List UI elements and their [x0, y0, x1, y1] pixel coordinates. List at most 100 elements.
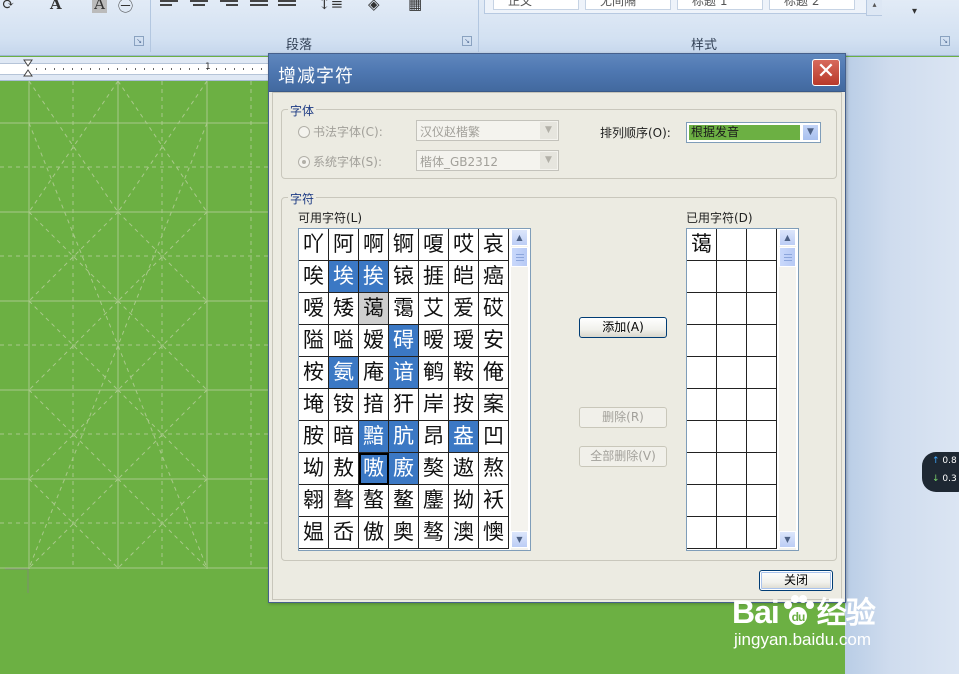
remove-button[interactable]: 删除(R) — [579, 407, 667, 428]
horizontal-ruler[interactable]: 1 — [0, 57, 270, 81]
char-cell[interactable]: 锿 — [389, 261, 419, 293]
char-cell[interactable]: 隘 — [299, 325, 329, 357]
used-char-cell[interactable] — [687, 389, 717, 421]
radio-icon[interactable] — [298, 156, 310, 168]
chevron-down-icon[interactable]: ▼ — [802, 124, 819, 141]
char-cell[interactable]: 鏖 — [419, 485, 449, 517]
char-cell[interactable]: 锕 — [389, 229, 419, 261]
char-cell[interactable]: 螯 — [359, 485, 389, 517]
line-spacing-icon[interactable]: ↕≡ — [318, 0, 343, 13]
char-shading-icon[interactable]: A — [92, 0, 107, 13]
system-font-select[interactable]: 楷体_GB2312 ▼ — [416, 150, 559, 171]
char-cell[interactable]: 案 — [479, 389, 509, 421]
char-cell[interactable]: 媪 — [299, 517, 329, 549]
char-cell[interactable]: 哀 — [479, 229, 509, 261]
char-cell[interactable]: 傲 — [359, 517, 389, 549]
styles-dialog-launcher-icon[interactable]: ↘ — [940, 36, 950, 46]
char-cell[interactable]: 獒 — [419, 453, 449, 485]
paragraph-dialog-launcher-icon[interactable]: ↘ — [462, 36, 472, 46]
char-cell[interactable]: 翱 — [299, 485, 329, 517]
used-char-cell[interactable]: 蔼 — [687, 229, 717, 261]
char-cell[interactable]: 盎 — [449, 421, 479, 453]
used-char-cell[interactable] — [717, 325, 747, 357]
used-char-cell[interactable] — [747, 229, 777, 261]
char-cell[interactable]: 嗌 — [329, 325, 359, 357]
char-cell[interactable]: 矮 — [329, 293, 359, 325]
char-cell[interactable]: 霭 — [389, 293, 419, 325]
char-cell[interactable]: 澳 — [449, 517, 479, 549]
calligraphy-font-select[interactable]: 汉仪赵楷繁 ▼ — [416, 120, 559, 141]
used-char-cell[interactable] — [687, 485, 717, 517]
char-cell[interactable]: 遨 — [449, 453, 479, 485]
used-char-cell[interactable] — [747, 453, 777, 485]
used-char-cell[interactable] — [717, 261, 747, 293]
chevron-down-icon[interactable]: ▾ — [912, 6, 917, 17]
used-char-cell[interactable] — [717, 517, 747, 549]
add-button[interactable]: 添加(A) — [579, 317, 667, 338]
used-scrollbar[interactable]: ▲ ▼ — [779, 229, 796, 550]
char-cell[interactable]: 肮 — [389, 421, 419, 453]
char-cell[interactable]: 捱 — [419, 261, 449, 293]
sort-order-select[interactable]: 根据发音 ▼ — [686, 122, 821, 143]
char-cell[interactable]: 阿 — [329, 229, 359, 261]
char-cell[interactable]: 埃 — [329, 261, 359, 293]
char-cell[interactable]: 廒 — [389, 453, 419, 485]
used-char-cell[interactable] — [747, 421, 777, 453]
used-char-cell[interactable] — [717, 293, 747, 325]
char-cell[interactable]: 敖 — [329, 453, 359, 485]
char-cell[interactable]: 奥 — [389, 517, 419, 549]
scroll-thumb[interactable] — [779, 247, 796, 267]
char-cell[interactable]: 骜 — [419, 517, 449, 549]
used-char-cell[interactable] — [717, 357, 747, 389]
char-cell[interactable]: 凹 — [479, 421, 509, 453]
char-cell[interactable]: 岸 — [419, 389, 449, 421]
distributed-icon[interactable] — [278, 0, 296, 10]
font-dialog-launcher-icon[interactable]: ↘ — [134, 36, 144, 46]
used-char-cell[interactable] — [747, 389, 777, 421]
char-cell[interactable]: 唉 — [299, 261, 329, 293]
char-cell[interactable]: 岙 — [329, 517, 359, 549]
gallery-scroll-icon[interactable]: ▴ — [866, 0, 882, 16]
close-icon[interactable]: ✕ — [812, 59, 840, 86]
used-char-cell[interactable] — [747, 261, 777, 293]
char-cell[interactable]: 嗄 — [419, 229, 449, 261]
used-char-cell[interactable] — [687, 453, 717, 485]
dialog-titlebar[interactable]: 增减字符 ✕ — [269, 54, 845, 92]
enclose-char-icon[interactable]: ㊀ — [118, 0, 133, 16]
char-cell[interactable]: 拗 — [449, 485, 479, 517]
char-cell[interactable]: 挨 — [359, 261, 389, 293]
used-char-cell[interactable] — [747, 357, 777, 389]
scroll-up-icon[interactable]: ▲ — [511, 229, 528, 246]
style-normal[interactable]: 正文 — [493, 0, 579, 10]
char-cell[interactable]: 懊 — [479, 517, 509, 549]
used-char-cell[interactable] — [747, 485, 777, 517]
calligraphy-font-radio[interactable]: 书法字体(C): — [298, 123, 383, 140]
char-cell[interactable]: 艾 — [419, 293, 449, 325]
char-cell[interactable]: 揞 — [359, 389, 389, 421]
char-cell[interactable]: 谙 — [389, 357, 419, 389]
chevron-down-icon[interactable]: ▼ — [540, 152, 557, 169]
char-cell[interactable]: 桉 — [299, 357, 329, 389]
char-cell[interactable]: 嗳 — [299, 293, 329, 325]
used-char-cell[interactable] — [717, 453, 747, 485]
used-char-cell[interactable] — [747, 517, 777, 549]
char-cell[interactable]: 胺 — [299, 421, 329, 453]
char-cell[interactable]: 癌 — [479, 261, 509, 293]
char-cell[interactable]: 袄 — [479, 485, 509, 517]
char-cell[interactable]: 聱 — [329, 485, 359, 517]
char-cell[interactable]: 爱 — [449, 293, 479, 325]
format-painter-icon[interactable]: ⟳ — [2, 0, 15, 13]
char-cell[interactable]: 瑷 — [449, 325, 479, 357]
char-cell[interactable]: 庵 — [359, 357, 389, 389]
available-chars-list[interactable]: 吖阿啊锕嗄哎哀唉埃挨锿捱皑癌嗳矮蔼霭艾爱砹隘嗌嫒碍暧瑷安桉氨庵谙鹌鞍俺埯铵揞犴岸… — [298, 228, 531, 551]
borders-icon[interactable]: ▦ — [408, 0, 422, 13]
char-cell[interactable]: 昂 — [419, 421, 449, 453]
char-cell[interactable]: 皑 — [449, 261, 479, 293]
scroll-thumb[interactable] — [511, 247, 528, 267]
used-char-cell[interactable] — [717, 421, 747, 453]
align-right-icon[interactable] — [220, 0, 238, 10]
char-cell[interactable]: 哎 — [449, 229, 479, 261]
chevron-down-icon[interactable]: ▼ — [540, 122, 557, 139]
align-left-icon[interactable] — [160, 0, 178, 10]
used-char-cell[interactable] — [687, 357, 717, 389]
